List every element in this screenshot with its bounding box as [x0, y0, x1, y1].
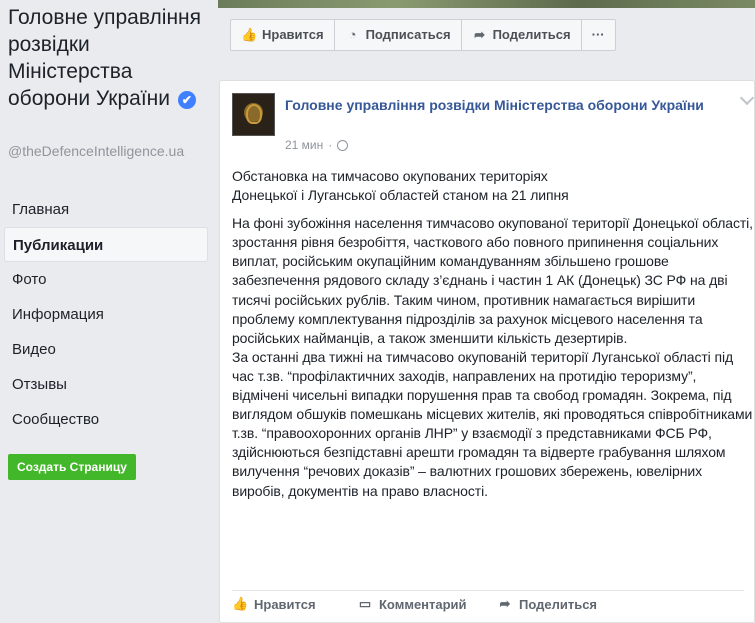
post-meta: 21 мин · — [285, 138, 349, 152]
meta-separator: · — [328, 138, 333, 152]
post-title-line-1: Обстановка на тимчасово окупованих терит… — [232, 168, 548, 184]
page-action-bar: 👍 Нравится ◔ Подписаться ➦ Поделиться ··… — [230, 19, 616, 51]
globe-icon — [337, 139, 349, 151]
left-column: Головне управління розвідки Міністерства… — [0, 0, 215, 623]
share-arrow-icon: ➦ — [499, 596, 511, 611]
page-like-label: Нравится — [262, 27, 324, 42]
page-nav: Главная Публикации Фото Информация Видео… — [4, 192, 208, 437]
post-paragraph-1: На фоні зубожіння населення тимчасово ок… — [232, 215, 753, 346]
post-like-button[interactable]: 👍 Нравится — [232, 593, 357, 615]
nav-item-home[interactable]: Главная — [4, 192, 208, 227]
chevron-down-icon[interactable] — [739, 90, 755, 106]
page-share-label: Поделиться — [492, 27, 571, 42]
more-button[interactable]: ··· — [582, 20, 615, 50]
nav-item-posts[interactable]: Публикации — [4, 227, 208, 262]
thumbs-up-icon: 👍 — [241, 27, 258, 42]
post-actions: 👍 Нравится ▭ Комментарий ➦ Поделиться — [232, 593, 597, 615]
nav-item-about[interactable]: Информация — [4, 297, 208, 332]
page-title[interactable]: Головне управління розвідки Міністерства… — [8, 4, 213, 112]
more-icon: ··· — [591, 27, 605, 42]
post-author[interactable]: Головне управління розвідки Міністерства… — [285, 95, 730, 116]
cover-photo-edge — [218, 0, 755, 8]
rss-icon: ◔ — [348, 27, 357, 42]
post-share-label: Поделиться — [519, 596, 598, 612]
page-avatar[interactable] — [232, 93, 275, 136]
post-comment-button[interactable]: ▭ Комментарий — [357, 593, 497, 615]
thumbs-up-icon: 👍 — [232, 596, 249, 611]
post-body: Обстановка на тимчасово окупованих терит… — [232, 167, 754, 501]
page-name-text: Головне управління розвідки Міністерства… — [8, 6, 202, 110]
post-like-label: Нравится — [254, 596, 316, 612]
nav-item-photos[interactable]: Фото — [4, 262, 208, 297]
post-title: Обстановка на тимчасово окупованих терит… — [232, 167, 754, 205]
page-like-button[interactable]: 👍 Нравится — [231, 20, 335, 50]
emblem-icon — [246, 104, 262, 124]
share-arrow-icon: ➦ — [474, 27, 486, 42]
comment-icon: ▭ — [358, 596, 372, 611]
verified-badge-icon: ✔ — [177, 91, 196, 109]
subscribe-button[interactable]: ◔ Подписаться — [335, 20, 462, 50]
nav-item-community[interactable]: Сообщество — [4, 402, 208, 437]
nav-item-videos[interactable]: Видео — [4, 332, 208, 367]
post-paragraph-2: За останні два тижні на тимчасово окупов… — [232, 348, 753, 499]
nav-item-reviews[interactable]: Отзывы — [4, 367, 208, 402]
page-share-button[interactable]: ➦ Поделиться — [462, 20, 582, 50]
page-handle[interactable]: @theDefenceIntelligence.ua — [8, 143, 213, 160]
post-comment-label: Комментарий — [379, 596, 467, 612]
post-card: Головне управління розвідки Міністерства… — [219, 80, 755, 623]
footer-divider — [232, 590, 744, 591]
subscribe-label: Подписаться — [365, 27, 451, 42]
post-share-button[interactable]: ➦ Поделиться — [497, 593, 597, 615]
post-title-line-2: Донецької і Луганської областей станом н… — [232, 187, 569, 204]
post-time[interactable]: 21 мин — [285, 138, 323, 152]
create-page-button[interactable]: Создать Страницу — [8, 454, 136, 480]
